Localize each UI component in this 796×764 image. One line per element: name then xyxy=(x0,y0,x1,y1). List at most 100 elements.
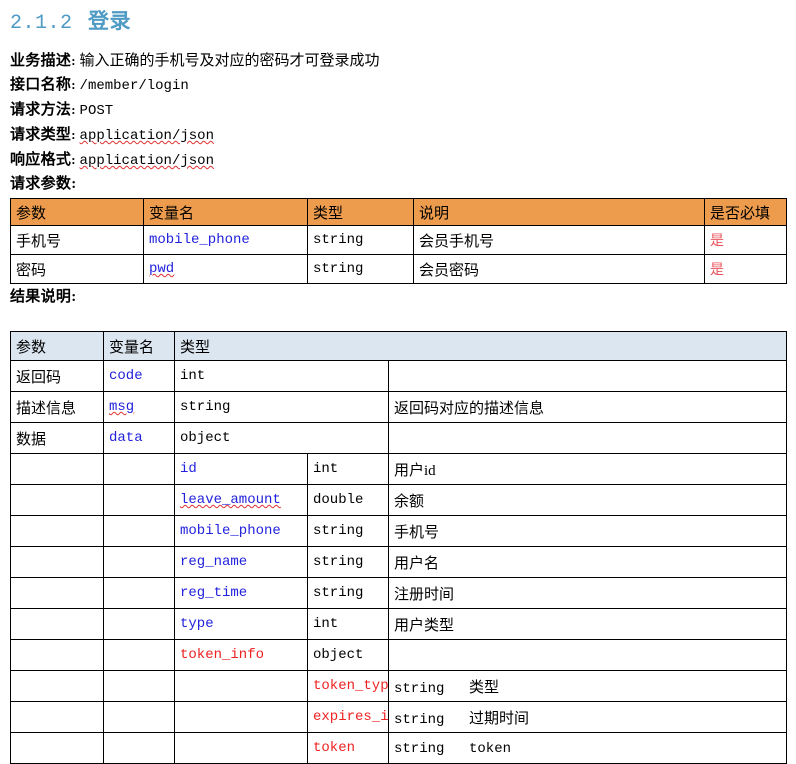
meta-row-endpoint: 接口名称 : /member/login xyxy=(10,73,786,98)
cell-param-empty xyxy=(10,732,104,764)
col-header-type: 类型 xyxy=(307,198,414,226)
cell-param-empty xyxy=(10,608,104,640)
cell-nested-variable: mobile_phone xyxy=(174,515,308,547)
col-header-type-desc: 类型 xyxy=(173,331,788,361)
cell-description: 用户id xyxy=(387,453,788,485)
cell-variable: pwd xyxy=(143,254,308,284)
meta-label: 请求方法 xyxy=(10,102,72,118)
cell-variable-empty xyxy=(103,484,175,516)
table-row: token_info object xyxy=(10,639,788,671)
cell-variable-empty xyxy=(103,670,175,702)
cell-variable-empty xyxy=(103,639,175,671)
cell-type: string xyxy=(307,254,414,284)
api-meta-block: 业务描述 : 输入正确的手机号及对应的密码才可登录成功 接口名称 : /memb… xyxy=(10,49,786,196)
cell-param-empty xyxy=(10,670,104,702)
request-params-table: 参数 变量名 类型 说明 是否必填 手机号 mobile_phone strin… xyxy=(10,198,787,284)
cell-variable-empty xyxy=(103,701,175,733)
cell-param-empty xyxy=(10,639,104,671)
cell-nested1-empty xyxy=(174,732,308,764)
cell-nested-variable: type xyxy=(174,608,308,640)
cell-param: 数据 xyxy=(10,422,104,454)
cell-required: 是 xyxy=(704,254,787,284)
cell-type: string xyxy=(307,515,389,547)
table-row: 数据 data object xyxy=(10,422,788,454)
cell-param: 返回码 xyxy=(10,360,104,392)
table-row: type int 用户类型 xyxy=(10,608,788,640)
meta-colon: : xyxy=(71,152,76,167)
cell-description: 会员密码 xyxy=(413,254,705,284)
cell-type: string xyxy=(394,680,445,697)
table-row: leave_amount double 余额 xyxy=(10,484,788,516)
meta-colon: : xyxy=(71,53,76,68)
cell-type: string xyxy=(174,391,389,423)
cell-nested-variable: id xyxy=(174,453,308,485)
cell-variable-empty xyxy=(103,577,175,609)
col-header-desc: 说明 xyxy=(413,198,705,226)
cell-description: 会员手机号 xyxy=(413,225,705,255)
table-row: expires_in string过期时间 xyxy=(10,701,788,733)
table-row: token_type string 类型 xyxy=(10,670,788,702)
cell-type-desc: string 类型 xyxy=(387,670,788,702)
cell-param-empty xyxy=(10,515,104,547)
result-desc-label: 结果说明: xyxy=(10,289,77,305)
cell-variable: msg xyxy=(103,391,175,423)
meta-colon: : xyxy=(71,127,76,142)
cell-description: token xyxy=(469,740,512,757)
cell-description: 注册时间 xyxy=(387,577,788,609)
cell-nested-variable: reg_time xyxy=(174,577,308,609)
col-header-type: 类型 xyxy=(180,339,211,356)
cell-type-desc: string 过期时间 xyxy=(387,701,788,733)
cell-variable: code xyxy=(103,360,175,392)
cell-variable-empty xyxy=(103,453,175,485)
meta-value: application/json xyxy=(79,128,214,144)
cell-variable: mobile_phone xyxy=(143,225,308,255)
cell-type: object xyxy=(174,422,389,454)
table-row: 密码 pwd string 会员密码 是 xyxy=(10,254,787,284)
table-row: reg_time string 注册时间 xyxy=(10,577,788,609)
cell-description: 用户名 xyxy=(387,546,788,578)
cell-nested2-variable: token xyxy=(307,732,389,764)
cell-type: int xyxy=(174,360,389,392)
table-header-row: 参数 变量名 类型 xyxy=(10,331,788,361)
cell-required: 是 xyxy=(704,225,787,255)
heading-text: 登录 xyxy=(88,9,131,33)
meta-label: 请求类型 xyxy=(10,127,72,143)
meta-row-description: 业务描述 : 输入正确的手机号及对应的密码才可登录成功 xyxy=(10,49,786,73)
cell-variable-empty xyxy=(103,546,175,578)
cell-param: 手机号 xyxy=(10,225,144,255)
table-row: 描述信息 msg string 返回码对应的描述信息 xyxy=(10,391,788,423)
cell-description: 过期时间 xyxy=(469,710,530,727)
cell-nested2-variable: token_type xyxy=(307,670,389,702)
col-header-param: 参数 xyxy=(10,198,144,226)
cell-type: int xyxy=(307,453,389,485)
table-row: token string token xyxy=(10,732,788,764)
cell-param: 密码 xyxy=(10,254,144,284)
cell-type: int xyxy=(307,608,389,640)
meta-label: 响应格式 xyxy=(10,152,72,168)
heading-number: 2.1.2 xyxy=(10,12,73,35)
page-title: 2.1.2 登录 xyxy=(10,0,786,35)
cell-type: string xyxy=(394,740,445,757)
document-page: 2.1.2 登录 业务描述 : 输入正确的手机号及对应的密码才可登录成功 接口名… xyxy=(0,0,796,764)
col-header-param: 参数 xyxy=(10,331,104,361)
cell-nested-variable: token_info xyxy=(174,639,308,671)
cell-nested-variable: reg_name xyxy=(174,546,308,578)
cell-type: object xyxy=(307,639,389,671)
cell-nested-variable: leave_amount xyxy=(174,484,308,516)
cell-type: double xyxy=(307,484,389,516)
cell-description xyxy=(387,360,788,392)
cell-param-empty xyxy=(10,546,104,578)
cell-type-desc: string token xyxy=(387,732,788,764)
meta-value: 输入正确的手机号及对应的密码才可登录成功 xyxy=(79,53,380,69)
cell-nested1-empty xyxy=(174,670,308,702)
cell-description: 手机号 xyxy=(387,515,788,547)
cell-description xyxy=(387,639,788,671)
meta-row-response-format: 响应格式 : application/json xyxy=(10,148,786,173)
cell-type: string xyxy=(307,546,389,578)
cell-nested1-empty xyxy=(174,701,308,733)
cell-variable: data xyxy=(103,422,175,454)
cell-description: 类型 xyxy=(469,679,500,696)
table-row: id int 用户id xyxy=(10,453,788,485)
cell-variable-empty xyxy=(103,732,175,764)
col-header-variable: 变量名 xyxy=(103,331,175,361)
